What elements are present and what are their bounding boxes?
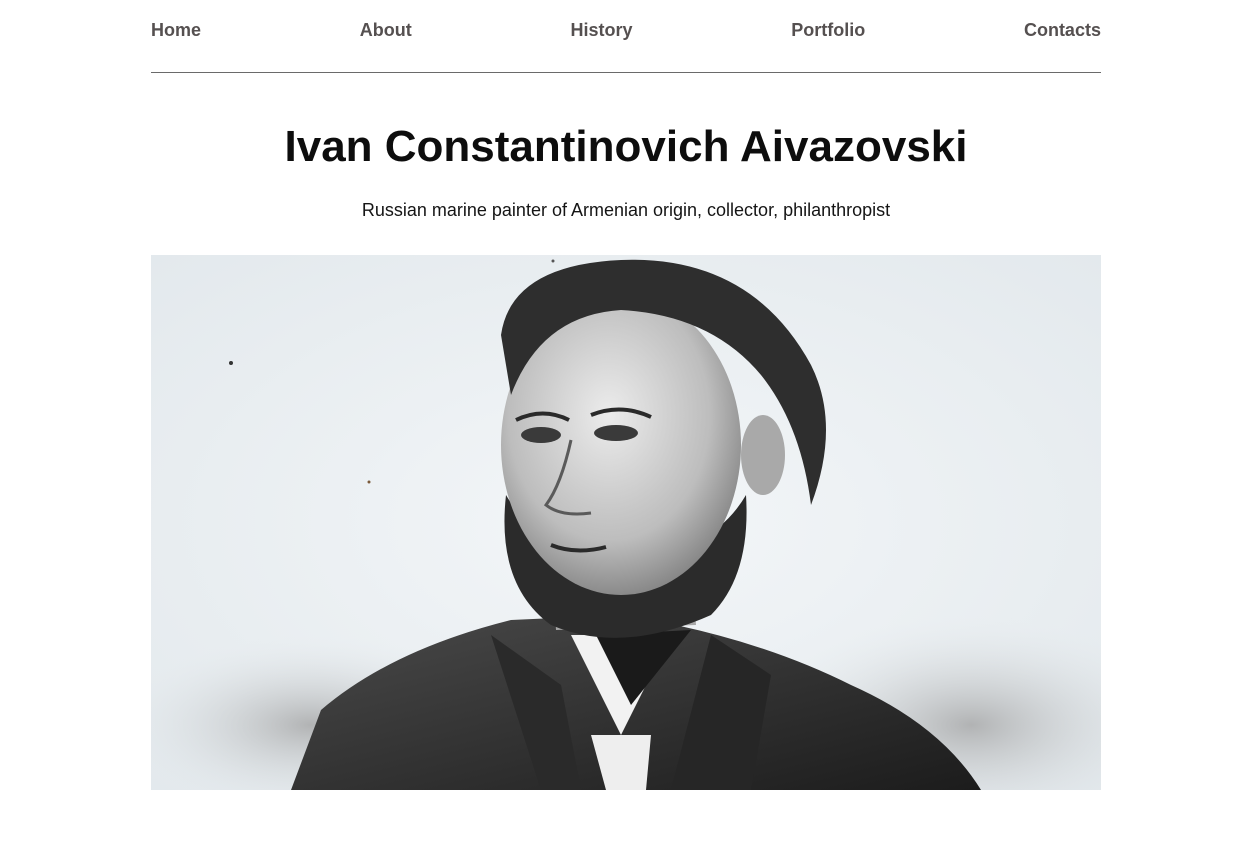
nav-link-home[interactable]: Home — [151, 19, 201, 41]
page-title: Ivan Constantinovich Aivazovski — [284, 122, 968, 171]
portrait-image — [151, 255, 1101, 790]
page-subtitle: Russian marine painter of Armenian origi… — [361, 200, 891, 220]
portrait-illustration — [151, 255, 1101, 790]
nav-link-contacts[interactable]: Contacts — [1024, 19, 1101, 41]
nav-link-about[interactable]: About — [360, 19, 412, 41]
nav-link-portfolio[interactable]: Portfolio — [791, 19, 865, 41]
page-container: Home About History Portfolio Contacts Iv… — [151, 0, 1101, 790]
top-navigation: Home About History Portfolio Contacts — [151, 0, 1101, 73]
nav-link-history[interactable]: History — [570, 19, 632, 41]
